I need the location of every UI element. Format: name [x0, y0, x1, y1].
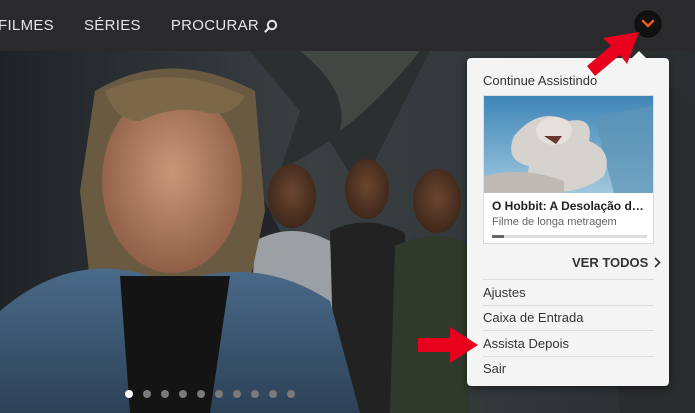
menu-divider	[483, 330, 654, 331]
see-all-label: VER TODOS	[572, 255, 649, 270]
menu-divider	[483, 305, 654, 306]
chevron-down-icon	[641, 19, 655, 28]
card-title: O Hobbit: A Desolação de Smaug	[492, 199, 648, 213]
carousel-dot[interactable]	[287, 390, 295, 398]
carousel-dot[interactable]	[215, 390, 223, 398]
chevron-right-icon	[654, 257, 661, 268]
menu-item-sair[interactable]: Sair	[483, 359, 654, 384]
watch-progress-bar	[492, 235, 647, 238]
watch-progress-fill	[492, 235, 505, 238]
nav-procurar[interactable]: PROCURAR	[171, 17, 278, 34]
carousel-indicators	[125, 390, 295, 398]
carousel-dot[interactable]	[251, 390, 259, 398]
nav-procurar-label: PROCURAR	[170, 17, 260, 34]
search-icon	[264, 19, 278, 33]
menu-divider	[483, 279, 654, 280]
continue-watching-heading: Continue Assistindo	[483, 73, 598, 88]
profile-dropdown: Continue Assistindo O Hobbit: A Desolaçã…	[467, 51, 669, 386]
card-subtitle: Filme de longa metragem	[492, 216, 617, 228]
carousel-dot[interactable]	[197, 390, 205, 398]
carousel-dot[interactable]	[125, 390, 133, 398]
card-thumbnail	[484, 96, 653, 193]
nav-series-label: SÉRIES	[83, 17, 141, 34]
carousel-dot[interactable]	[179, 390, 187, 398]
carousel-dot[interactable]	[269, 390, 277, 398]
carousel-dot[interactable]	[161, 390, 169, 398]
nav-series[interactable]: SÉRIES	[84, 17, 141, 34]
nav-filmes[interactable]: FILMES	[0, 17, 54, 34]
carousel-dot[interactable]	[143, 390, 151, 398]
carousel-dot[interactable]	[233, 390, 241, 398]
menu-divider	[483, 356, 654, 357]
annotation-arrow-icon	[418, 327, 478, 363]
annotation-arrow-icon	[587, 32, 639, 76]
see-all-link[interactable]: VER TODOS	[572, 255, 661, 270]
continue-watching-card[interactable]: O Hobbit: A Desolação de Smaug Filme de …	[483, 95, 654, 244]
page: FILMES SÉRIES PROCURAR Continue Assistin…	[0, 0, 695, 413]
nav-filmes-label: FILMES	[0, 17, 54, 34]
